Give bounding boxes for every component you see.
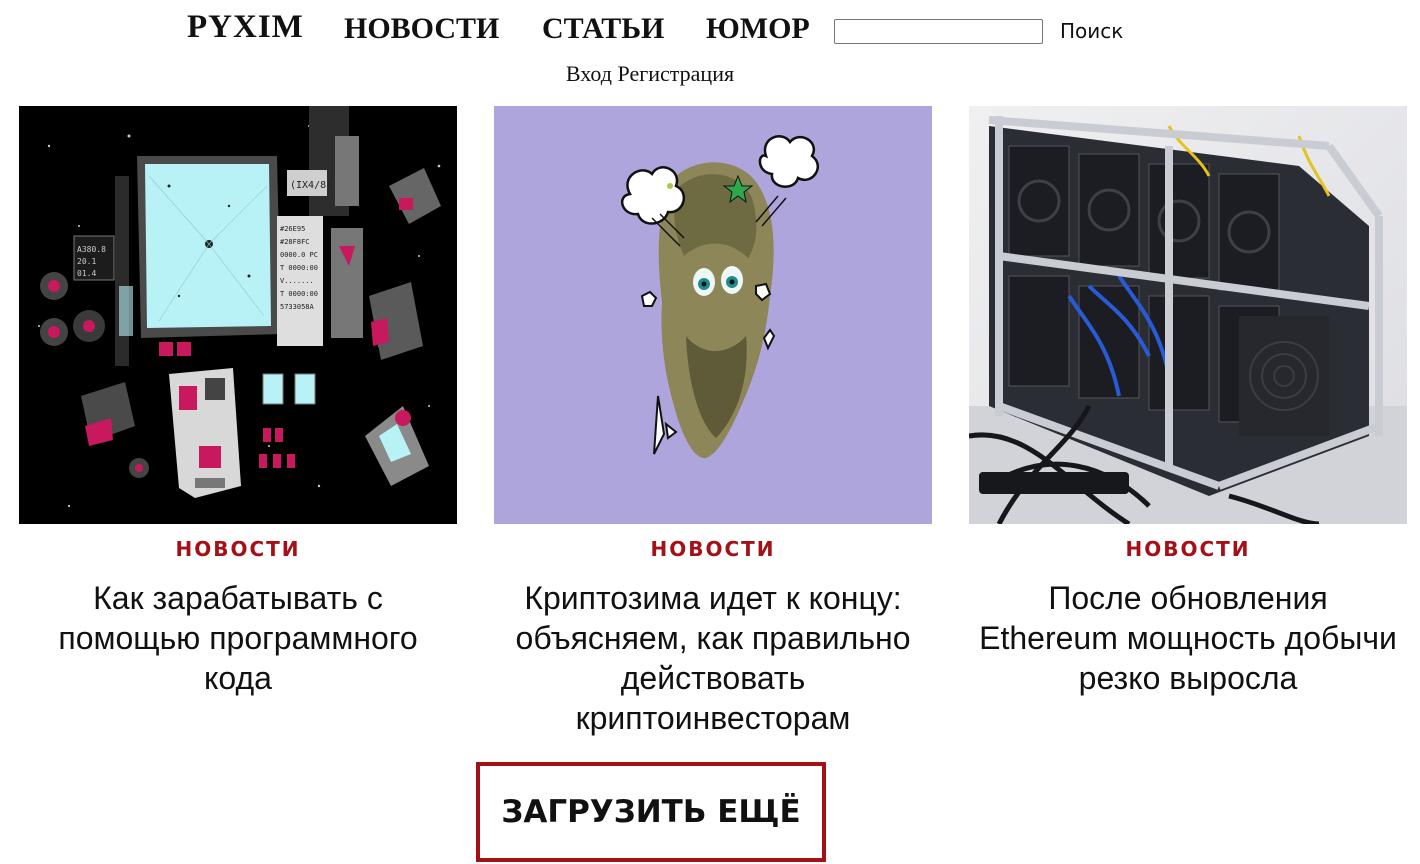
article-card: НОВОСТИ Криптозима идет к концу: объясня… [494, 106, 932, 738]
screen-readout-0: (IX4/8) [290, 180, 332, 191]
register-link[interactable]: Регистрация [618, 61, 735, 86]
screen-readout-7: 5733058A [280, 303, 315, 311]
login-link[interactable]: Вход [566, 61, 612, 86]
article-category[interactable]: НОВОСТИ [969, 536, 1407, 562]
screen-readout-2: #28F8FC [280, 238, 310, 246]
nav-link-news[interactable]: НОВОСТИ [344, 12, 499, 46]
statue-head-illustration [494, 106, 932, 524]
mining-rig-photo [969, 106, 1407, 524]
search-input[interactable] [834, 19, 1043, 44]
article-title[interactable]: Как зарабатывать с помощью программного … [19, 578, 457, 698]
article-image-retro-computer[interactable]: A380.8 20.1 01.4 (IX4/8) #26E95 #28F8FC … [19, 106, 457, 524]
top-navigation: PYXIM НОВОСТИ СТАТЬИ ЮМОР Поиск [0, 0, 1420, 60]
svg-text:20.1: 20.1 [77, 257, 96, 266]
nav-link-articles[interactable]: СТАТЬИ [542, 12, 664, 46]
article-card: НОВОСТИ После обновления Ethereum мощнос… [969, 106, 1407, 698]
page: PYXIM НОВОСТИ СТАТЬИ ЮМОР Поиск Вход Рег… [0, 0, 1420, 864]
nav-link-humor[interactable]: ЮМОР [706, 12, 810, 46]
auth-links: Вход Регистрация [0, 60, 1300, 88]
article-image-mining-rig[interactable] [969, 106, 1407, 524]
search-button[interactable]: Поиск [1056, 18, 1127, 44]
screen-readout-3: 0000.0 PC [280, 251, 318, 259]
article-title[interactable]: Криптозима идет к концу: объясняем, как … [494, 578, 932, 738]
article-card: A380.8 20.1 01.4 (IX4/8) #26E95 #28F8FC … [19, 106, 457, 698]
svg-text:A380.8: A380.8 [77, 245, 106, 254]
load-more-button[interactable]: ЗАГРУЗИТЬ ЕЩЁ [476, 762, 826, 862]
article-image-statue-head[interactable] [494, 106, 932, 524]
screen-readout-5: V....... [280, 277, 314, 285]
svg-text:01.4: 01.4 [77, 269, 96, 278]
screen-readout-1: #26E95 [280, 225, 305, 233]
screen-readout-4: T 0000:00 [280, 264, 318, 272]
article-title[interactable]: После обновления Ethereum мощность добыч… [969, 578, 1407, 698]
retro-computer-illustration: A380.8 20.1 01.4 (IX4/8) #26E95 #28F8FC … [19, 106, 457, 524]
article-category[interactable]: НОВОСТИ [494, 536, 932, 562]
article-category[interactable]: НОВОСТИ [19, 536, 457, 562]
screen-readout-6: T 0000:00 [280, 290, 318, 298]
site-logo[interactable]: PYXIM [187, 9, 304, 45]
